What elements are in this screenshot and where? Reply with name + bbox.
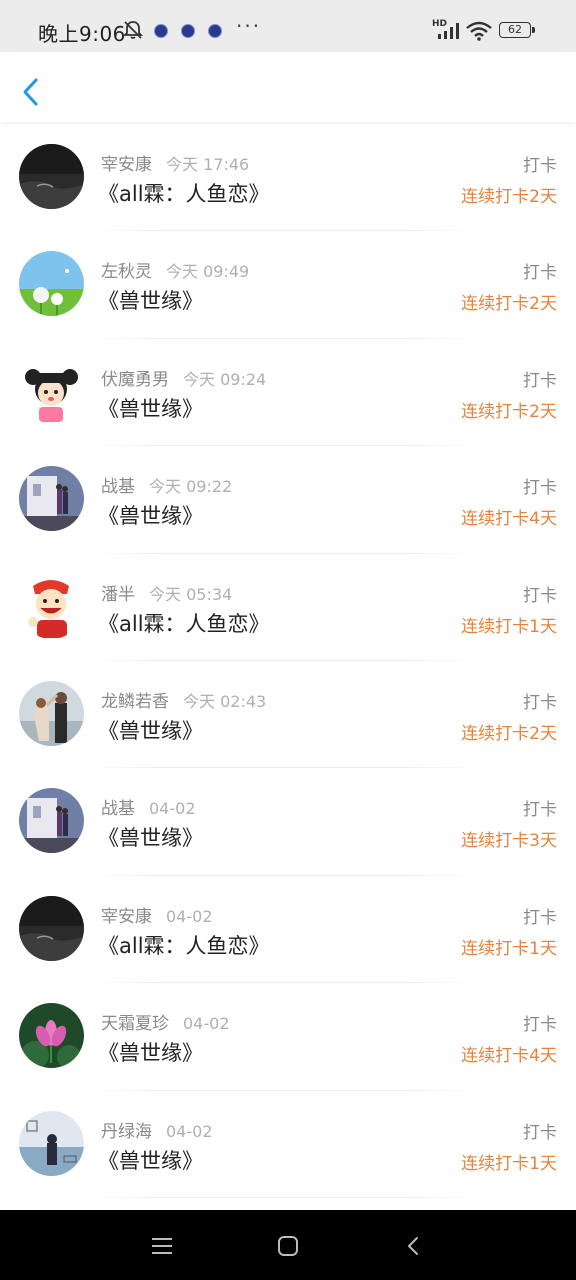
menu-icon[interactable] <box>148 1232 176 1260</box>
streak-label: 连续打卡3天 <box>461 831 557 852</box>
avatar[interactable] <box>19 251 84 317</box>
checkin-label[interactable]: 打卡 <box>523 366 557 391</box>
status-time: 晚上9:06 <box>38 22 126 46</box>
header <box>0 52 576 122</box>
avatar[interactable] <box>19 1003 84 1069</box>
checkin-label[interactable]: 打卡 <box>523 1010 557 1035</box>
user-name: 龙鳞若香 今天 02:43 <box>101 691 267 712</box>
checkin-label[interactable]: 打卡 <box>523 688 557 713</box>
checkin-label[interactable]: 打卡 <box>523 258 557 283</box>
bell-muted-icon <box>122 21 144 39</box>
streak-label: 连续打卡1天 <box>461 938 557 959</box>
avatar[interactable] <box>19 144 84 209</box>
book-title: 《all霖：人鱼恋》 <box>98 611 270 636</box>
chevron-left-icon[interactable] <box>16 72 46 112</box>
app-notification-icon <box>208 24 222 38</box>
avatar[interactable] <box>19 466 84 532</box>
checkin-label[interactable]: 打卡 <box>523 473 557 498</box>
streak-label: 连续打卡2天 <box>461 723 557 744</box>
streak-label: 连续打卡2天 <box>461 294 557 315</box>
checkin-time: 今天 17:46 <box>166 155 250 174</box>
avatar[interactable] <box>19 680 84 746</box>
checkin-time: 04-02 <box>183 1014 230 1034</box>
wifi-icon <box>466 21 492 41</box>
book-title: 《兽世缘》 <box>98 1148 203 1173</box>
checkin-time: 04-02 <box>149 799 196 819</box>
checkin-time: 今天 02:43 <box>183 691 267 711</box>
list-item[interactable]: 宰安康 04-02 《all霖：人鱼恋》 打卡 连续打卡1天 <box>0 876 576 984</box>
avatar[interactable] <box>19 895 84 961</box>
user-name: 战基 今天 09:22 <box>101 477 233 498</box>
list-item[interactable]: 丹绿海 04-02 《兽世缘》 打卡 连续打卡1天 <box>0 1091 576 1198</box>
back-icon[interactable] <box>400 1232 428 1260</box>
avatar[interactable] <box>19 358 84 424</box>
checkin-time: 04-02 <box>166 906 213 926</box>
streak-label: 连续打卡4天 <box>461 509 557 530</box>
user-name: 宰安康 04-02 <box>101 906 213 927</box>
checkin-time: 今天 05:34 <box>149 584 233 604</box>
checkin-label[interactable]: 打卡 <box>523 1118 557 1143</box>
book-title: 《兽世缘》 <box>98 1041 203 1066</box>
system-nav-bar <box>0 1210 576 1280</box>
book-title: 《兽世缘》 <box>98 718 203 743</box>
battery-tip <box>532 27 535 33</box>
list-item[interactable]: 龙鳞若香 今天 02:43 《兽世缘》 打卡 连续打卡2天 <box>0 661 576 769</box>
divider <box>90 1196 476 1198</box>
checkin-label[interactable]: 打卡 <box>523 151 557 176</box>
list-item[interactable]: 潘半 今天 05:34 《all霖：人鱼恋》 打卡 连续打卡1天 <box>0 554 576 661</box>
user-name: 伏魔勇男 今天 09:24 <box>101 369 267 390</box>
book-title: 《all霖：人鱼恋》 <box>98 933 270 958</box>
checkin-time: 04-02 <box>166 1121 213 1141</box>
streak-label: 连续打卡1天 <box>461 1153 557 1174</box>
app-notification-icon <box>181 24 195 38</box>
book-title: 《兽世缘》 <box>98 396 203 421</box>
list-item[interactable]: 伏魔勇男 今天 09:24 《兽世缘》 打卡 连续打卡2天 <box>0 339 576 447</box>
page: 晚上9:06 ··· HD 62 宰安康 今天 17:46 《all霖：人鱼恋》… <box>0 0 576 1280</box>
user-name: 丹绿海 04-02 <box>101 1121 213 1142</box>
avatar[interactable] <box>19 1110 84 1176</box>
checkin-time: 今天 09:49 <box>166 262 250 282</box>
streak-label: 连续打卡1天 <box>461 616 557 637</box>
checkin-time: 今天 09:24 <box>183 369 267 389</box>
book-title: 《兽世缘》 <box>98 826 203 851</box>
book-title: 《兽世缘》 <box>98 504 203 529</box>
book-title: 《all霖：人鱼恋》 <box>98 182 270 206</box>
user-name: 宰安康 今天 17:46 <box>101 155 250 175</box>
streak-label: 连续打卡2天 <box>461 187 557 207</box>
user-name: 战基 04-02 <box>101 799 196 820</box>
status-bar: 晚上9:06 ··· HD 62 <box>0 0 576 52</box>
user-name: 潘半 今天 05:34 <box>101 584 233 605</box>
app-notification-icon <box>154 24 168 38</box>
checkin-label[interactable]: 打卡 <box>523 581 557 606</box>
home-icon[interactable] <box>274 1232 302 1260</box>
list-item[interactable]: 宰安康 今天 17:46 《all霖：人鱼恋》 打卡 连续打卡2天 <box>0 124 576 232</box>
battery-icon: 62 <box>499 22 531 38</box>
checkin-label[interactable]: 打卡 <box>523 903 557 928</box>
checkin-label[interactable]: 打卡 <box>523 795 557 820</box>
streak-label: 连续打卡4天 <box>461 1046 557 1067</box>
signal-icon <box>438 23 459 39</box>
checkin-time: 今天 09:22 <box>149 477 233 497</box>
avatar[interactable] <box>19 788 84 854</box>
book-title: 《兽世缘》 <box>98 289 203 314</box>
more-notifications-icon: ··· <box>236 14 262 38</box>
streak-label: 连续打卡2天 <box>461 401 557 422</box>
checkin-list: 宰安康 今天 17:46 《all霖：人鱼恋》 打卡 连续打卡2天 左秋灵 今天 0… <box>0 124 576 1198</box>
list-item[interactable]: 战基 04-02 《兽世缘》 打卡 连续打卡3天 <box>0 768 576 876</box>
user-name: 天霜夏珍 04-02 <box>101 1014 230 1035</box>
list-item[interactable]: 战基 今天 09:22 《兽世缘》 打卡 连续打卡4天 <box>0 446 576 554</box>
list-item[interactable]: 左秋灵 今天 09:49 《兽世缘》 打卡 连续打卡2天 <box>0 231 576 339</box>
user-name: 左秋灵 今天 09:49 <box>101 262 250 283</box>
avatar[interactable] <box>19 573 84 639</box>
list-item[interactable]: 天霜夏珍 04-02 《兽世缘》 打卡 连续打卡4天 <box>0 983 576 1091</box>
